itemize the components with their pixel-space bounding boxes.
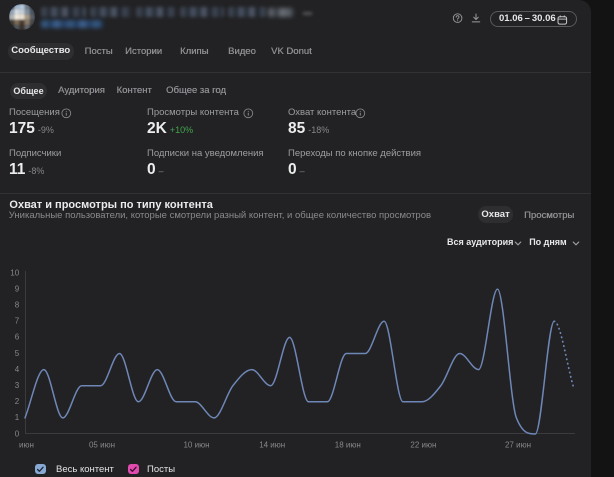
svg-text:27 июн: 27 июн	[505, 440, 531, 449]
svg-text:2: 2	[15, 397, 20, 406]
svg-text:3: 3	[15, 381, 20, 390]
svg-text:8: 8	[15, 301, 20, 310]
svg-text:6: 6	[15, 333, 20, 342]
svg-text:22 июн: 22 июн	[410, 440, 436, 449]
svg-text:5: 5	[15, 349, 20, 358]
svg-text:10 июн: 10 июн	[183, 440, 209, 449]
svg-text:1: 1	[15, 413, 20, 422]
svg-text:июн: июн	[19, 440, 34, 449]
svg-text:9: 9	[15, 284, 20, 293]
svg-text:05 июн: 05 июн	[89, 440, 115, 449]
svg-text:10: 10	[10, 268, 19, 277]
svg-text:4: 4	[15, 365, 20, 374]
svg-text:18 июн: 18 июн	[335, 440, 361, 449]
svg-text:14 июн: 14 июн	[259, 440, 285, 449]
svg-text:0: 0	[15, 429, 20, 438]
svg-text:7: 7	[15, 317, 20, 326]
